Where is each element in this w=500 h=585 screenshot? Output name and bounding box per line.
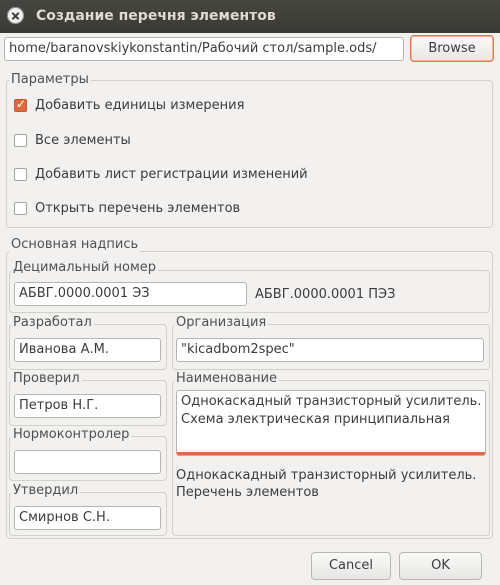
- checked-legend: Проверил: [11, 371, 82, 386]
- title-textarea[interactable]: Однокаскадный транзисторный усилитель. С…: [176, 390, 486, 456]
- decimal-legend: Децимальный номер: [11, 260, 159, 275]
- option-label: Все элементы: [35, 132, 131, 148]
- title-result-line-2: Перечень элементов: [176, 485, 319, 500]
- close-icon[interactable]: [7, 7, 24, 24]
- checkbox-icon[interactable]: [14, 167, 27, 181]
- browse-button[interactable]: Browse: [410, 35, 494, 62]
- stamp-legend: Основная надпись: [9, 237, 141, 252]
- title-result-line-1: Однокаскадный транзисторный усилитель.: [176, 468, 477, 483]
- decimal-number-input[interactable]: АБВГ.0000.0001 ЭЗ: [14, 282, 247, 306]
- cancel-button[interactable]: Cancel: [311, 552, 391, 580]
- option-label: Открыть перечень элементов: [35, 200, 241, 216]
- normcontrol-legend: Нормоконтролер: [11, 427, 132, 442]
- approved-legend: Утвердил: [11, 483, 81, 498]
- window-title: Создание перечня элементов: [36, 8, 276, 24]
- checkbox-icon[interactable]: [14, 201, 27, 215]
- approved-input[interactable]: Смирнов С.Н.: [14, 506, 161, 530]
- organization-legend: Организация: [174, 315, 269, 330]
- title-legend: Наименование: [174, 371, 280, 386]
- organization-input[interactable]: "kicadbom2spec": [176, 338, 484, 362]
- title-bar: Создание перечня элементов: [0, 0, 500, 33]
- focus-underline: [177, 452, 485, 455]
- option-add-units[interactable]: Добавить единицы измерения: [14, 96, 244, 114]
- title-line-1: Однокаскадный транзисторный усилитель.: [181, 394, 482, 409]
- developer-input[interactable]: Иванова А.М.: [14, 338, 161, 362]
- checked-input[interactable]: Петров Н.Г.: [14, 394, 161, 418]
- parameters-legend: Параметры: [9, 72, 91, 87]
- title-line-2: Схема электрическая принципиальная: [181, 412, 451, 427]
- checkbox-checked-icon[interactable]: [14, 97, 27, 112]
- file-path-input[interactable]: /home/baranovskiykonstantin/Рабочий стол…: [4, 37, 404, 61]
- normcontrol-input[interactable]: [14, 450, 161, 474]
- checkbox-icon[interactable]: [14, 133, 27, 147]
- option-open-list[interactable]: Открыть перечень элементов: [14, 199, 240, 217]
- option-change-log-sheet[interactable]: Добавить лист регистрации изменений: [14, 165, 308, 183]
- option-label: Добавить лист регистрации изменений: [35, 166, 308, 182]
- developer-legend: Разработал: [11, 315, 94, 330]
- ok-button[interactable]: OK: [399, 552, 482, 580]
- option-label: Добавить единицы измерения: [35, 97, 245, 113]
- option-all-elements[interactable]: Все элементы: [14, 131, 131, 149]
- decimal-number-result: АБВГ.0000.0001 ПЭЗ: [255, 287, 396, 302]
